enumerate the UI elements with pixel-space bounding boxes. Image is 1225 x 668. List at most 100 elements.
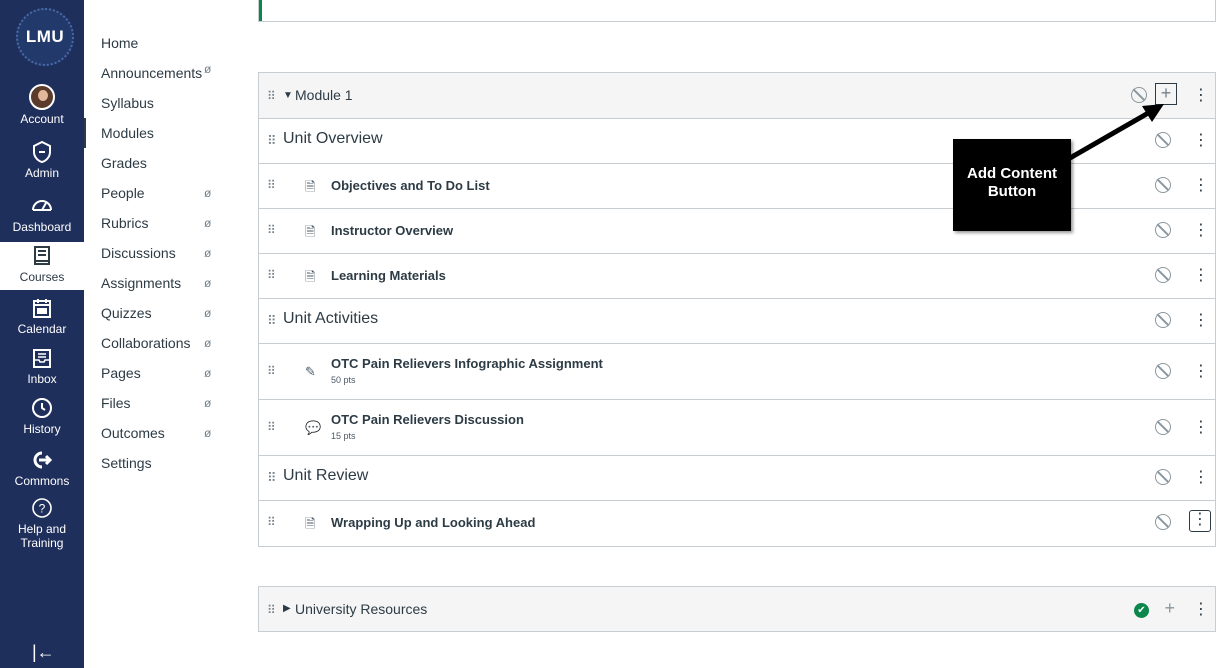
nav-admin[interactable]: Admin: [0, 140, 84, 180]
nav-dashboard-label: Dashboard: [12, 220, 72, 234]
hidden-eye-icon: ø: [204, 276, 212, 290]
course-nav-rubrics[interactable]: Rubrics ø: [84, 208, 234, 238]
module-university-resources[interactable]: ⠿ ▶ University Resources ✔ + ⋮: [258, 586, 1216, 632]
lmu-logo[interactable]: LMU: [16, 8, 74, 66]
course-nav-label: Collaborations: [101, 335, 191, 351]
unpublished-icon[interactable]: [1155, 312, 1171, 328]
nav-help[interactable]: ? Help and Training: [0, 496, 84, 550]
nav-dashboard[interactable]: Dashboard: [0, 194, 84, 234]
drag-handle-icon[interactable]: ⠿: [267, 89, 276, 103]
expand-caret-icon[interactable]: ▶: [283, 603, 291, 614]
course-nav-settings[interactable]: Settings: [84, 448, 234, 478]
unpublished-icon[interactable]: [1155, 363, 1171, 379]
unpublished-icon[interactable]: [1155, 177, 1171, 193]
unpublished-icon[interactable]: [1155, 514, 1171, 530]
course-nav-grades[interactable]: Grades: [84, 148, 234, 178]
course-nav-label: Syllabus: [101, 95, 154, 111]
course-nav-label: Home: [101, 35, 139, 51]
item-title-link[interactable]: Wrapping Up and Looking Ahead: [331, 515, 535, 530]
drag-handle-icon[interactable]: ⠿: [267, 470, 276, 486]
unpublished-icon[interactable]: [1155, 469, 1171, 485]
top-content-strip: [258, 0, 1216, 22]
item-title-link[interactable]: OTC Pain Relievers Discussion: [331, 412, 524, 427]
unpublished-icon[interactable]: [1155, 419, 1171, 435]
calendar-icon: [33, 299, 51, 318]
drag-handle-icon[interactable]: ⠿: [267, 364, 276, 378]
course-nav-syllabus[interactable]: Syllabus: [84, 88, 234, 118]
course-nav-label: Assignments: [101, 275, 182, 291]
course-nav-home[interactable]: Home: [84, 28, 234, 58]
drag-handle-icon[interactable]: ⠿: [267, 420, 276, 434]
item-options-icon[interactable]: ⋮: [1193, 467, 1209, 487]
item-options-icon[interactable]: ⋮: [1193, 130, 1209, 150]
nav-account[interactable]: Account: [0, 84, 84, 126]
course-nav-collaborations[interactable]: Collaborations ø: [84, 328, 234, 358]
item-title-link[interactable]: OTC Pain Relievers Infographic Assignmen…: [331, 356, 603, 371]
item-title-link[interactable]: Learning Materials: [331, 268, 446, 283]
drag-handle-icon[interactable]: ⠿: [267, 515, 276, 529]
item-title-link[interactable]: Instructor Overview: [331, 223, 453, 238]
module-options-icon[interactable]: ⋮: [1193, 599, 1209, 619]
course-nav-outcomes[interactable]: Outcomes ø: [84, 418, 234, 448]
course-nav-files[interactable]: Files ø: [84, 388, 234, 418]
nav-calendar-label: Calendar: [17, 322, 67, 336]
callout-line-1: Add Content: [967, 165, 1057, 182]
item-options-icon[interactable]: ⋮: [1193, 175, 1209, 195]
item-options-icon[interactable]: ⋮: [1193, 310, 1209, 330]
nav-help-label: Help and: [17, 522, 67, 536]
svg-text:?: ?: [39, 502, 46, 516]
course-nav-label: Pages: [101, 365, 141, 381]
course-nav-label: People: [101, 185, 145, 201]
commons-icon: [33, 451, 53, 469]
course-nav-pages[interactable]: Pages ø: [84, 358, 234, 388]
drag-handle-icon[interactable]: ⠿: [267, 313, 276, 329]
drag-handle-icon[interactable]: ⠿: [267, 603, 276, 617]
drag-handle-icon[interactable]: ⠿: [267, 133, 276, 149]
unpublished-icon[interactable]: [1155, 222, 1171, 238]
add-content-button[interactable]: +: [1164, 598, 1175, 619]
hidden-eye-icon: ø: [204, 366, 212, 380]
nav-calendar[interactable]: Calendar: [0, 296, 84, 336]
item-options-icon[interactable]: ⋮: [1193, 417, 1209, 437]
course-nav-people[interactable]: People ø: [84, 178, 234, 208]
nav-inbox[interactable]: Inbox: [0, 346, 84, 386]
nav-commons[interactable]: Commons: [0, 448, 84, 488]
accent-bar: [259, 0, 262, 21]
item-options-icon[interactable]: ⋮: [1193, 361, 1209, 381]
hidden-eye-icon: ø: [204, 186, 212, 200]
course-nav-discussions[interactable]: Discussions ø: [84, 238, 234, 268]
dashboard-icon: [32, 200, 52, 211]
drag-handle-icon[interactable]: ⠿: [267, 268, 276, 282]
published-check-icon[interactable]: ✔: [1134, 603, 1149, 618]
course-nav-label: Rubrics: [101, 215, 149, 231]
points-label: 15 pts: [331, 431, 356, 441]
course-nav-modules[interactable]: Modules: [84, 118, 234, 148]
page-icon: 🗎: [305, 269, 316, 284]
item-title-link[interactable]: Objectives and To Do List: [331, 178, 490, 193]
shield-icon: [33, 140, 51, 164]
module-options-icon[interactable]: ⋮: [1193, 85, 1209, 105]
item-options-icon[interactable]: ⋮: [1193, 220, 1209, 240]
collapse-nav-icon[interactable]: |←: [32, 642, 55, 663]
course-navigation: Home Announcements ø Syllabus Modules Gra…: [84, 28, 234, 478]
course-nav-assignments[interactable]: Assignments ø: [84, 268, 234, 298]
nav-history[interactable]: History: [0, 396, 84, 436]
hidden-eye-icon: ø: [204, 426, 212, 440]
drag-handle-icon[interactable]: ⠿: [267, 178, 276, 192]
module-item-row: ⠿ 🗎 Learning Materials ⋮: [259, 254, 1215, 299]
unpublished-icon[interactable]: [1155, 267, 1171, 283]
page-icon: 🗎: [305, 179, 316, 194]
course-nav-quizzes[interactable]: Quizzes ø: [84, 298, 234, 328]
item-options-icon[interactable]: ⋮: [1189, 510, 1211, 532]
collapse-caret-icon[interactable]: ▼: [283, 90, 293, 101]
module-item-row: ⠿ ✎ OTC Pain Relievers Infographic Assig…: [259, 344, 1215, 400]
drag-handle-icon[interactable]: ⠿: [267, 223, 276, 237]
text-header-row: ⠿ Unit Activities ⋮: [259, 299, 1215, 344]
item-options-icon[interactable]: ⋮: [1193, 265, 1209, 285]
global-navigation: LMU Account Admin Dashboard Courses Cale…: [0, 0, 84, 668]
nav-account-label: Account: [20, 112, 64, 126]
text-header-title: Unit Activities: [283, 310, 379, 327]
module-item-row: ⠿ 🗎 Wrapping Up and Looking Ahead ⋮: [259, 501, 1215, 546]
nav-courses[interactable]: Courses: [0, 242, 84, 290]
course-nav-announcements[interactable]: Announcements ø: [84, 58, 234, 88]
